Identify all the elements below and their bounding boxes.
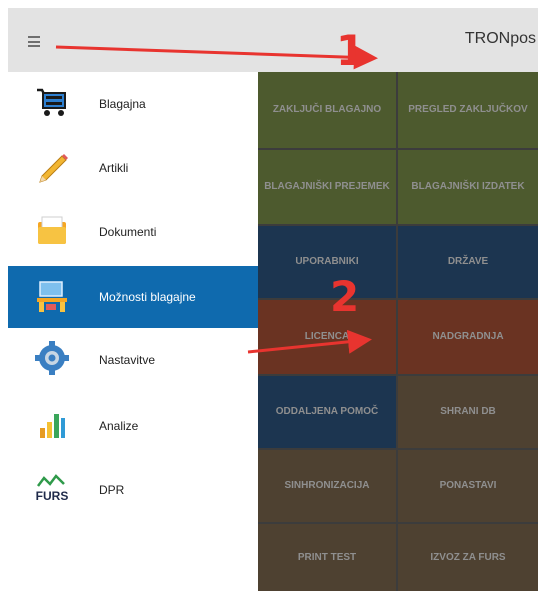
annotation-number-1: 1 <box>336 26 366 75</box>
annotation-number-2: 2 <box>330 272 360 321</box>
annotation-arrows <box>55 45 378 354</box>
annotation-arrow-1 <box>55 45 378 70</box>
annotation-arrow-2 <box>247 329 372 354</box>
